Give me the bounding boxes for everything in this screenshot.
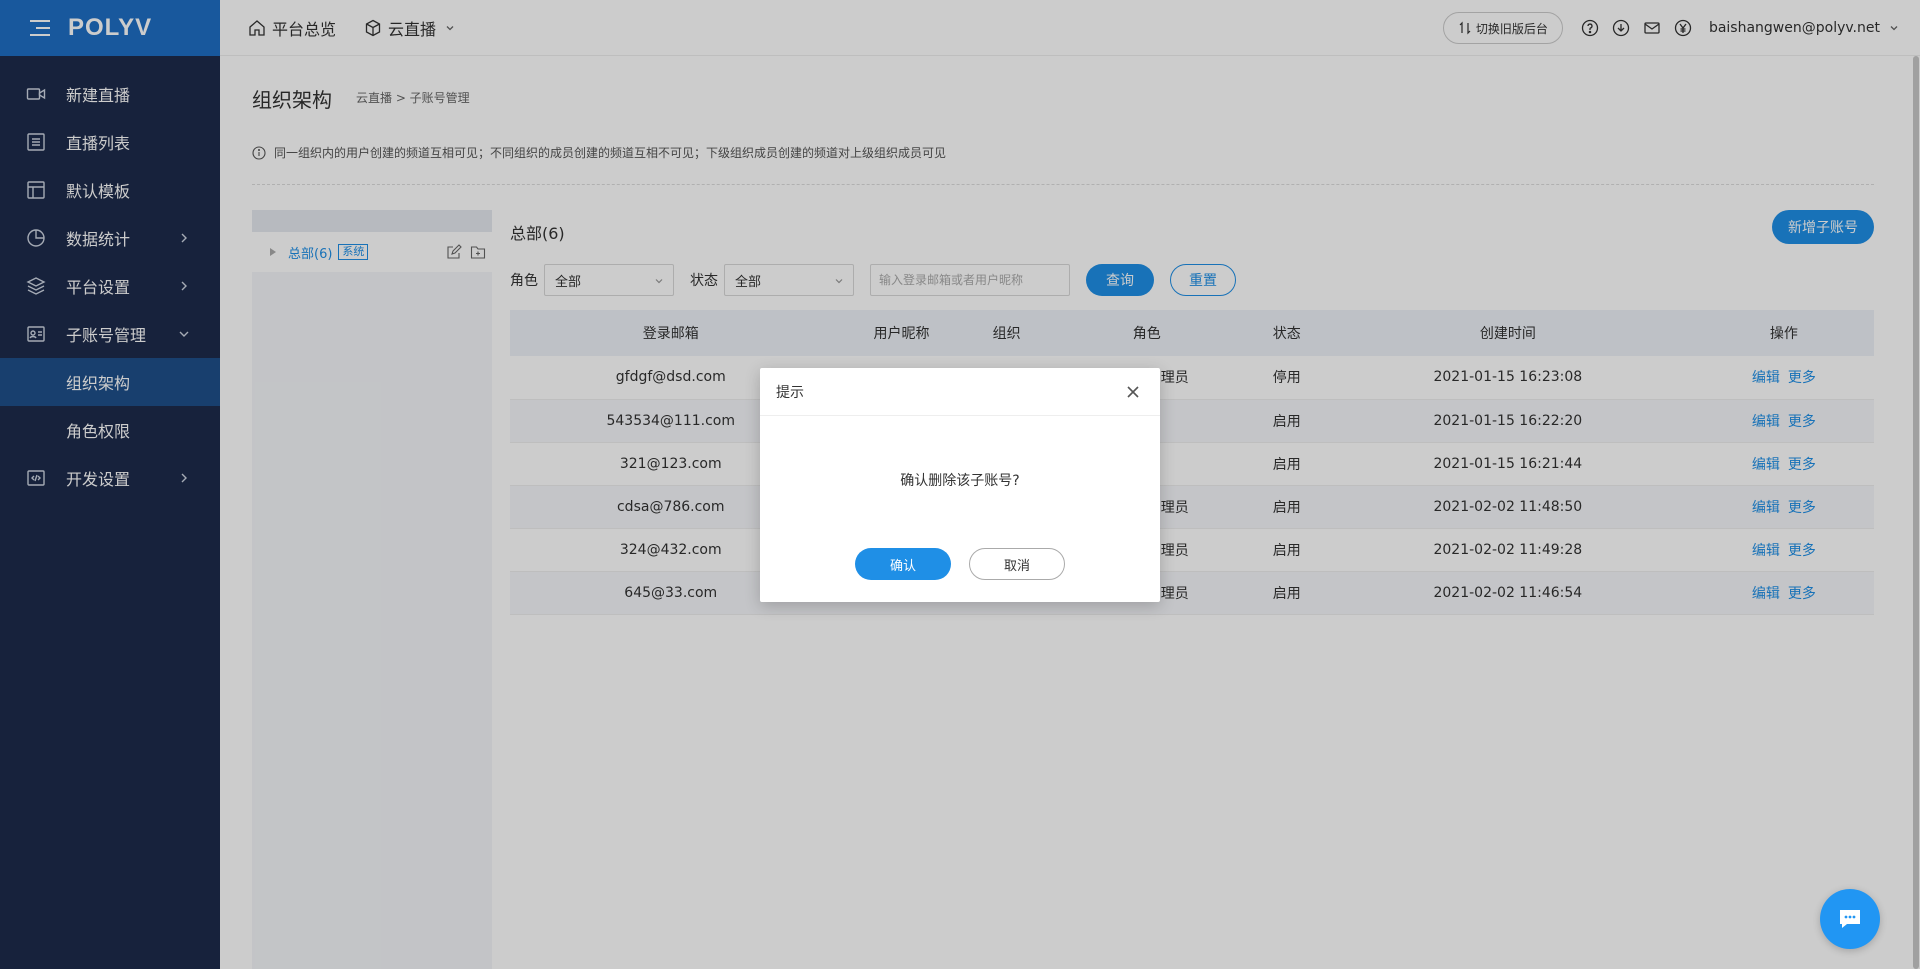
chat-icon — [1840, 910, 1860, 928]
confirm-dialog: 提示 确认删除该子账号? 确认 取消 — [760, 368, 1160, 602]
dialog-message: 确认删除该子账号? — [900, 473, 1020, 489]
dialog-header: 提示 — [760, 368, 1160, 416]
cancel-button[interactable]: 取消 — [969, 548, 1065, 580]
confirm-button[interactable]: 确认 — [855, 548, 951, 580]
close-icon[interactable] — [1126, 385, 1140, 399]
chat-button[interactable] — [1820, 889, 1880, 949]
dialog-title: 提示 — [776, 384, 804, 401]
dialog-footer: 确认 取消 — [760, 548, 1160, 580]
